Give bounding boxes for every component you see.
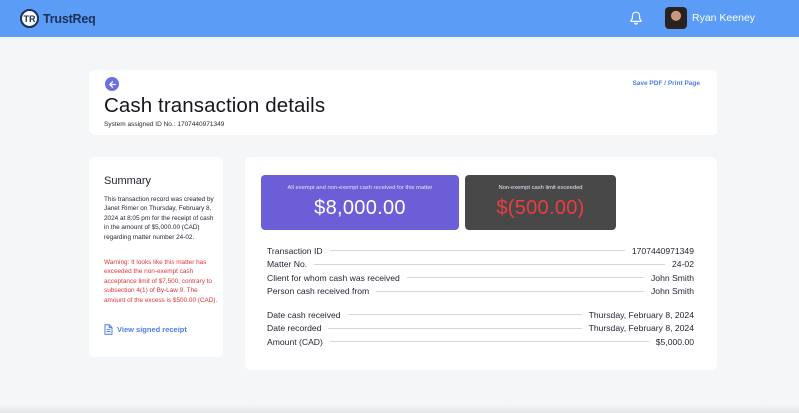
detail-row: Date cash received Thursday, February 8,… xyxy=(267,308,694,322)
summary-warning: Warning: It looks like this matter has e… xyxy=(104,259,218,304)
view-signed-receipt-link[interactable]: View signed receipt xyxy=(104,324,187,335)
leader-line xyxy=(329,250,625,252)
document-icon xyxy=(104,324,113,335)
bell-icon[interactable] xyxy=(628,10,644,26)
detail-row: Client for whom cash was received John S… xyxy=(267,271,694,285)
leader-line xyxy=(329,341,649,343)
detail-label: Matter No. xyxy=(267,259,308,270)
detail-row: Person cash received from John Smith xyxy=(267,285,694,299)
summary-title: Summary xyxy=(104,175,152,187)
back-button[interactable] xyxy=(105,77,119,91)
detail-value: $5,000.00 xyxy=(655,336,694,347)
save-pdf-print-link[interactable]: Save PDF / Print Page xyxy=(632,80,700,87)
total-cash-value: $8,000.00 xyxy=(314,197,406,219)
detail-row: Matter No. 24-02 xyxy=(267,258,694,272)
transaction-detail-card: All exempt and non-exempt cash received … xyxy=(245,157,717,370)
detail-value: 1707440971349 xyxy=(631,245,694,256)
leader-line xyxy=(406,277,644,279)
cash-limit-exceeded-box: Non-exempt cash limit exceeded $(500.00) xyxy=(465,175,616,230)
brand-mark-icon: TR xyxy=(20,9,39,28)
detail-label: Client for whom cash was received xyxy=(267,272,400,283)
detail-value: Thursday, February 8, 2024 xyxy=(588,309,694,320)
detail-label: Amount (CAD) xyxy=(267,336,323,347)
view-signed-receipt-label: View signed receipt xyxy=(117,325,187,334)
detail-row: Transaction ID 1707440971349 xyxy=(267,244,694,258)
page-header-card: Cash transaction details System assigned… xyxy=(89,70,717,135)
detail-value: 24-02 xyxy=(672,259,694,270)
summary-text: This transaction record was created by J… xyxy=(104,196,214,241)
detail-label: Transaction ID xyxy=(267,245,323,256)
transaction-info-list: Transaction ID 1707440971349 Matter No. … xyxy=(267,244,694,298)
leader-line xyxy=(347,314,582,316)
leader-line xyxy=(314,263,666,265)
bottom-edge-shadow xyxy=(0,404,799,413)
brand-logo[interactable]: TR TrustReq xyxy=(20,9,96,28)
brand-name: TrustReq xyxy=(43,11,96,26)
user-avatar[interactable] xyxy=(665,7,687,29)
arrow-left-icon xyxy=(108,80,116,88)
page-title: Cash transaction details xyxy=(104,94,326,117)
top-navbar: TR TrustReq Ryan Keeney xyxy=(0,0,799,37)
leader-line xyxy=(376,290,644,292)
summary-card: Summary This transaction record was crea… xyxy=(89,157,223,357)
detail-row: Amount (CAD) $5,000.00 xyxy=(267,335,694,349)
cash-limit-exceeded-value: $(500.00) xyxy=(496,197,585,219)
user-name[interactable]: Ryan Keeney xyxy=(692,12,755,24)
detail-row: Date recorded Thursday, February 8, 2024 xyxy=(267,322,694,336)
detail-value: John Smith xyxy=(651,272,694,283)
leader-line xyxy=(328,327,582,329)
detail-value: John Smith xyxy=(651,286,694,297)
detail-label: Person cash received from xyxy=(267,286,370,297)
cash-limit-exceeded-caption: Non-exempt cash limit exceeded xyxy=(498,185,583,191)
total-cash-caption: All exempt and non-exempt cash received … xyxy=(287,185,433,191)
detail-label: Date cash received xyxy=(267,309,341,320)
total-cash-received-box: All exempt and non-exempt cash received … xyxy=(261,175,459,230)
transaction-date-list: Date cash received Thursday, February 8,… xyxy=(267,308,694,349)
detail-label: Date recorded xyxy=(267,323,322,334)
detail-value: Thursday, February 8, 2024 xyxy=(588,323,694,334)
system-id: System assigned ID No.: 1707440971349 xyxy=(104,121,225,128)
